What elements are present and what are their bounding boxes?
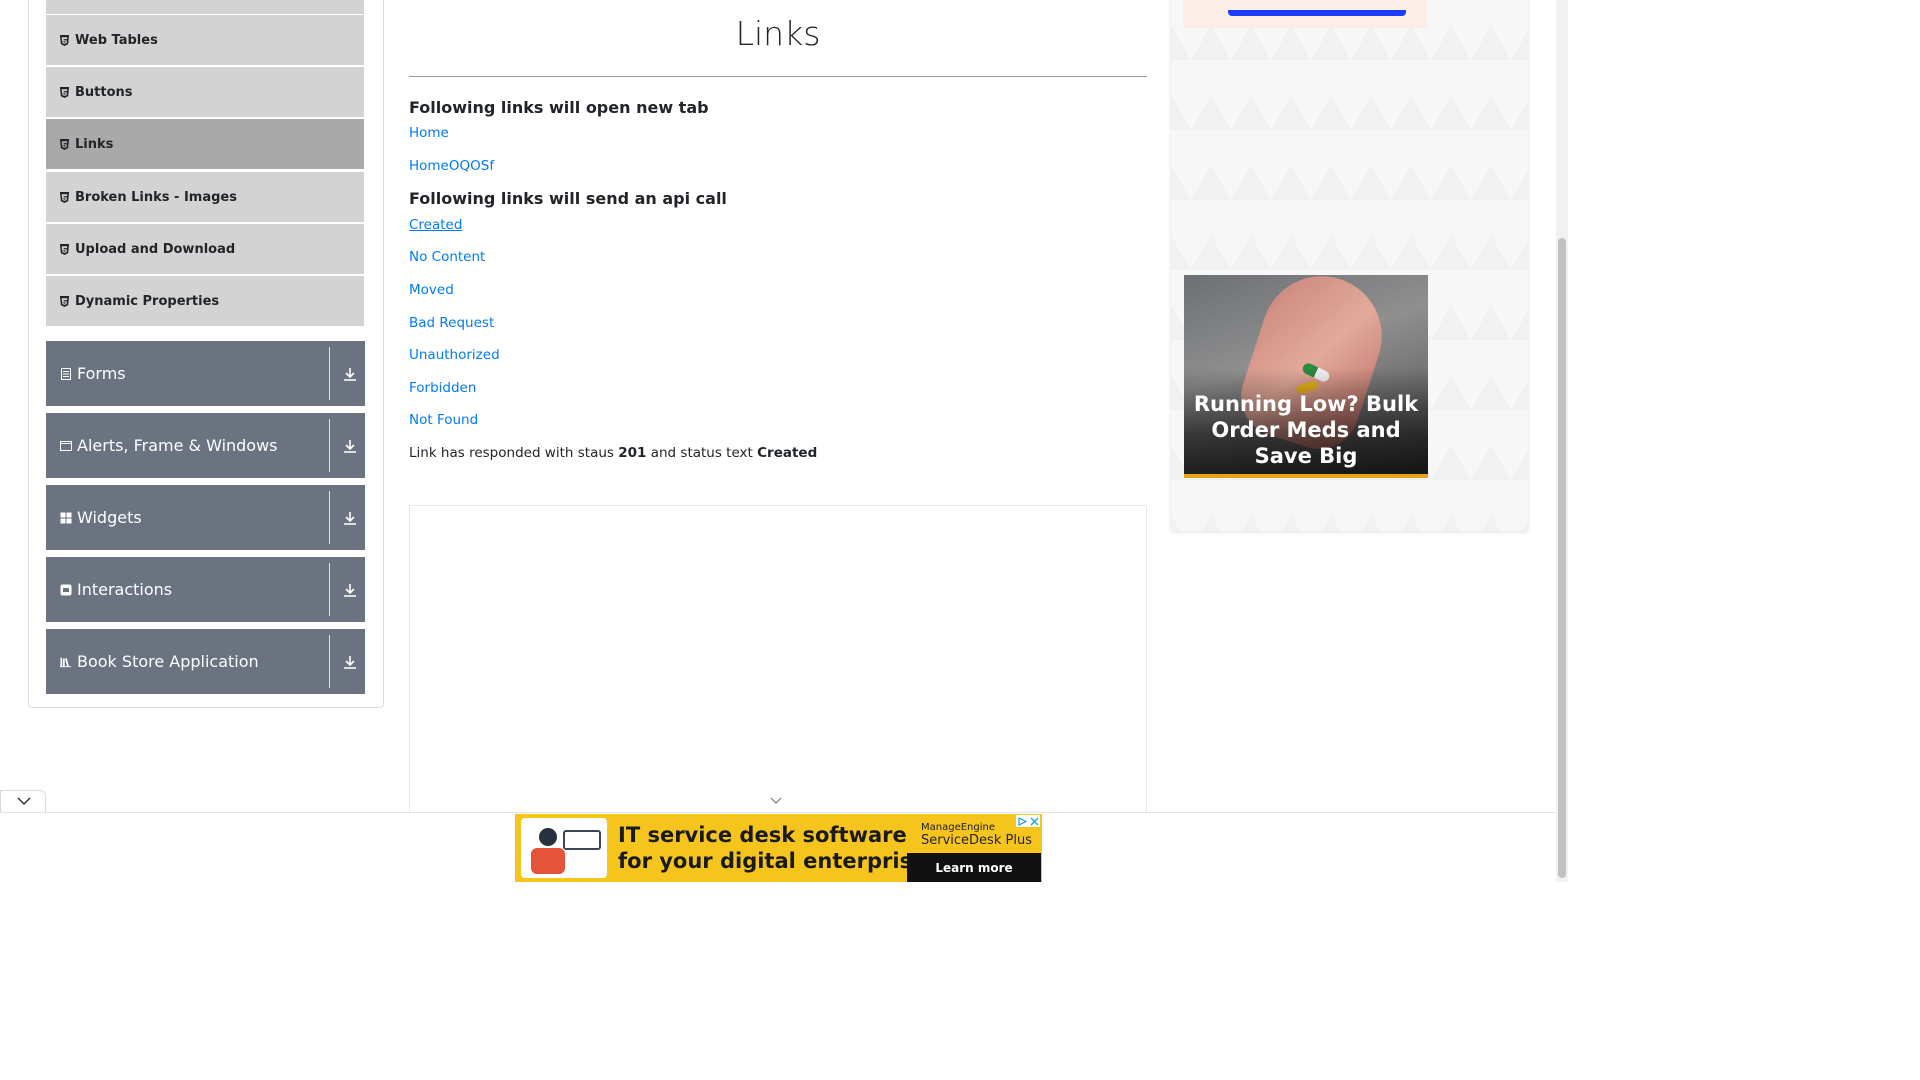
response-middle: and status text [650, 445, 753, 461]
link-response: Link has responded with staus 201 and st… [409, 445, 817, 461]
group-label: Alerts, Frame & Windows [77, 436, 278, 455]
sidebar-group-book-store[interactable]: Book Store Application [46, 629, 365, 694]
pill-ad-image[interactable]: Running Low? Bulk Order Meds and Save Bi… [1184, 275, 1428, 478]
sidebar-item-label: Buttons [75, 84, 133, 100]
ad-accent-bar [1184, 474, 1428, 478]
html5-icon [59, 86, 70, 98]
adchoices-triangle-icon [1017, 816, 1027, 826]
bad-request-link[interactable]: Bad Request [409, 315, 494, 331]
collapse-ad-button[interactable] [0, 790, 46, 812]
sidebar-group-interactions[interactable]: Interactions [46, 557, 365, 622]
sidebar-item-label: Dynamic Properties [75, 293, 220, 309]
learn-more-button[interactable]: Learn more [907, 853, 1041, 882]
sidebar-item-label: Broken Links - Images [75, 189, 237, 205]
no-content-link[interactable]: No Content [409, 249, 485, 265]
sidebar-item-broken-links[interactable]: Broken Links - Images [46, 172, 364, 222]
chevron-down-icon[interactable] [770, 796, 782, 806]
html5-icon [59, 243, 70, 255]
api-heading: Following links will send an api call [409, 189, 727, 208]
divider [409, 76, 1147, 77]
sidebar-item-web-tables[interactable]: Web Tables [46, 15, 364, 65]
sidebar-item-links[interactable]: Links [46, 119, 364, 169]
ad-headline: Running Low? Bulk Order Meds and Save Bi… [1193, 392, 1419, 468]
screen-graphic [563, 830, 601, 850]
sidebar-item-dynamic-properties[interactable]: Dynamic Properties [46, 276, 364, 326]
person-head [539, 828, 557, 846]
response-status-text: Created [757, 445, 818, 461]
scrollbar-thumb[interactable] [1558, 238, 1566, 878]
interactions-icon [60, 584, 72, 595]
download-arrow-icon[interactable] [341, 509, 359, 527]
sidebar-item-buttons[interactable]: Buttons [46, 67, 364, 117]
close-icon[interactable] [1030, 817, 1039, 826]
banner-headline: IT service desk software for your digita… [618, 822, 926, 874]
ad-choices-icon[interactable] [1016, 815, 1040, 827]
html5-icon [59, 295, 70, 307]
ad-placeholder-box [409, 505, 1147, 825]
ad-illustration [521, 818, 607, 878]
sidebar-group-widgets[interactable]: Widgets [46, 485, 365, 550]
right-ad-panel: Running Low? Bulk Order Meds and Save Bi… [1171, 0, 1528, 531]
divider [329, 347, 330, 400]
group-label: Widgets [77, 508, 142, 527]
unauthorized-link[interactable]: Unauthorized [409, 347, 500, 363]
not-found-link[interactable]: Not Found [409, 412, 478, 428]
sidebar-item-label: Links [75, 136, 114, 152]
banner-headline-line1: IT service desk software [618, 823, 907, 847]
download-arrow-icon[interactable] [341, 581, 359, 599]
group-label: Interactions [77, 580, 173, 599]
html5-icon [59, 138, 70, 150]
response-prefix: Link has responded with staus [409, 445, 614, 461]
page-scrollbar[interactable] [1556, 0, 1568, 882]
window-icon [60, 440, 72, 451]
group-label: Book Store Application [77, 652, 259, 671]
moved-link[interactable]: Moved [409, 282, 454, 298]
download-arrow-icon[interactable] [341, 437, 359, 455]
sidebar-item-label: Web Tables [75, 32, 158, 48]
dynamic-home-link[interactable]: HomeOQOSf [409, 158, 494, 174]
ad-button[interactable] [1228, 10, 1406, 16]
response-status-code: 201 [618, 445, 647, 461]
product-name: ServiceDesk Plus [921, 833, 1032, 848]
divider [329, 635, 330, 688]
widgets-icon [60, 512, 72, 523]
sidebar-item-partial[interactable] [46, 0, 364, 14]
divider [329, 419, 330, 472]
new-tab-heading: Following links will open new tab [409, 98, 709, 117]
sidebar-item-upload-download[interactable]: Upload and Download [46, 224, 364, 274]
divider [329, 563, 330, 616]
sidebar-group-forms[interactable]: Forms [46, 341, 365, 406]
divider [329, 491, 330, 544]
group-label: Forms [77, 364, 126, 383]
book-icon [60, 657, 72, 667]
ad-strip [1183, 0, 1427, 28]
page-title: Links [735, 14, 821, 53]
bottom-banner-ad[interactable]: IT service desk software for your digita… [515, 814, 1042, 882]
created-link[interactable]: Created [409, 217, 462, 233]
html5-icon [59, 191, 70, 203]
sidebar-item-label: Upload and Download [75, 241, 236, 257]
download-arrow-icon[interactable] [341, 365, 359, 383]
brand-name: ManageEngine [921, 822, 995, 833]
home-link[interactable]: Home [409, 125, 449, 141]
download-arrow-icon[interactable] [341, 653, 359, 671]
forbidden-link[interactable]: Forbidden [409, 380, 476, 396]
sidebar-group-alerts[interactable]: Alerts, Frame & Windows [46, 413, 365, 478]
html5-icon [59, 34, 70, 46]
banner-headline-line2: for your digital enterprise [618, 849, 927, 873]
form-icon [61, 367, 71, 380]
person-body [531, 848, 565, 874]
chevron-down-icon [17, 797, 31, 806]
